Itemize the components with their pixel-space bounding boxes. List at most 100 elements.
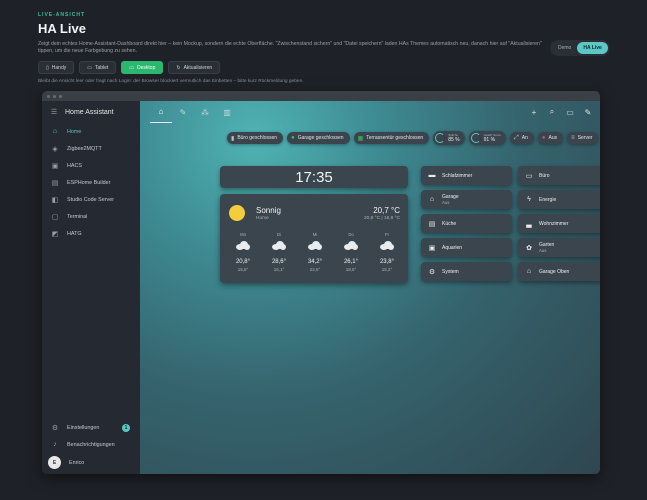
forecast-low: 22,6° — [309, 267, 321, 272]
lightning-icon: ϟ — [527, 196, 531, 203]
sidebar-item-studio-code[interactable]: ◧ Studio Code Server — [42, 191, 140, 208]
hacs-icon: ▣ — [51, 162, 59, 170]
kitchen-icon: ▤ — [428, 220, 436, 228]
sidebar-item-label: ESPHome Builder — [67, 179, 111, 186]
chip-label: Server — [577, 135, 593, 141]
room-button-schlafzimmer[interactable]: ▬ Schlafzimmer — [421, 166, 512, 185]
room-button-garage-oben[interactable]: ⌂ Garage Oben — [518, 262, 600, 281]
cloud-icon — [380, 241, 394, 250]
chrome-dot — [47, 94, 50, 98]
sidebar-item-hatg[interactable]: ◩ HATG — [42, 225, 140, 242]
room-label: Garage Oben — [539, 268, 570, 275]
room-button-system[interactable]: ⚙ System — [421, 262, 512, 281]
chip-an[interactable]: ⤢ An — [509, 132, 534, 144]
garage-icon: ● — [291, 135, 295, 141]
room-label: Aquarien — [442, 244, 463, 251]
refresh-button[interactable]: ↻ Aktualisieren — [168, 61, 221, 74]
sidebar-item-esphome[interactable]: ▤ ESPHome Builder — [42, 174, 140, 191]
embed-hint: Bleibt die Ansicht leer oder fragt nach … — [38, 79, 304, 84]
garage-icon: ⌂ — [429, 196, 435, 203]
esphome-icon: ▤ — [51, 179, 59, 187]
chip-label: Aus — [548, 135, 558, 141]
forecast-day-name: Di — [277, 232, 281, 237]
forecast-day-name: Do — [348, 232, 354, 237]
vscode-icon: ◧ — [51, 196, 59, 204]
menu-icon[interactable]: ☰ — [50, 108, 58, 116]
tablet-button[interactable]: ▭ Tablet — [79, 61, 117, 74]
home-icon: ⌂ — [158, 107, 164, 116]
desktop-button[interactable]: ▭ Desktop — [121, 61, 164, 74]
header-actions: + ⌕ ▭ ✎ — [528, 106, 600, 118]
office-icon: ▭ — [525, 172, 533, 180]
gauge-value: 85 % — [448, 137, 460, 143]
gauge-chip-2[interactable]: Health Score 91 % — [468, 131, 506, 145]
room-label: Büro — [539, 172, 550, 179]
search-icon[interactable]: ⌕ — [546, 106, 558, 118]
sidebar-item-zigbee2mqtt[interactable]: ◈ Zigbee2MQTT — [42, 140, 140, 157]
forecast-high: 28,6° — [271, 259, 287, 265]
sidebar-item-label: Einstellungen — [67, 424, 100, 431]
chip-garage[interactable]: ● Garage geschlossen — [287, 132, 350, 144]
mode-demo[interactable]: Demo — [552, 42, 577, 54]
forecast-day: Do 26,1° 18,8° — [338, 232, 364, 272]
user-name: Enrico — [69, 459, 85, 466]
forecast-high: 34,2° — [307, 259, 323, 265]
chip-server[interactable]: ≡ Server — [567, 132, 599, 144]
sidebar-header: ☰ Home Assistant — [42, 101, 140, 123]
sidebar-item-label: Benachrichtigungen — [67, 441, 115, 448]
tab-home[interactable]: ⌂ — [150, 101, 172, 123]
room-button-garage[interactable]: ⌂ Garage Aus — [421, 190, 512, 209]
chat-icon[interactable]: ▭ — [564, 106, 576, 118]
plus-icon[interactable]: + — [528, 106, 540, 118]
edit-icon[interactable]: ✎ — [582, 106, 594, 118]
weather-card[interactable]: Sonnig Home 20,7 °C 20,8 °C | 16,8 °C Mo… — [220, 194, 408, 283]
sidebar-item-hacs[interactable]: ▣ HACS — [42, 157, 140, 174]
forecast-day-name: Fr — [385, 232, 389, 237]
forecast: Mo 20,8° 16,8° Di 28,6° 16,1° Mi 34,2° 2… — [230, 232, 400, 272]
room-state: Aus — [442, 199, 450, 205]
room-button-buero[interactable]: ▭ Büro — [518, 166, 600, 185]
page-title: HA Live — [38, 21, 86, 36]
mode-ha-live[interactable]: HA Live — [577, 42, 608, 54]
cloud-icon — [308, 241, 322, 250]
page-header: LIVE-ANSICHT HA Live Zeigt dein echtes H… — [38, 12, 608, 55]
refresh-icon: ↻ — [176, 64, 181, 71]
sidebar-item-notifications[interactable]: ♪ Benachrichtigungen — [42, 436, 140, 453]
chip-aus[interactable]: ● Aus — [537, 132, 564, 144]
weather-location: Home — [256, 216, 269, 221]
room-buttons: ▬ Schlafzimmer ▭ Büro ⌂ Garage Aus ϟ Ene… — [421, 166, 600, 281]
gear-icon: ⚙ — [51, 424, 59, 432]
tab-edit[interactable]: ✎ — [172, 101, 194, 123]
forecast-low: 16,1° — [273, 267, 285, 272]
room-button-garten[interactable]: ✿ Garten Aus — [518, 238, 600, 257]
tablet-icon: ▭ — [87, 64, 92, 71]
gauge-chip-1[interactable]: Spliche 85 % — [433, 131, 465, 145]
phone-icon: ▯ — [46, 64, 49, 71]
sidebar-item-label: HACS — [67, 162, 82, 169]
sofa-icon: ▃ — [526, 220, 532, 228]
tab-automation[interactable]: ⁂ — [194, 101, 216, 123]
handy-button[interactable]: ▯ Handy — [38, 61, 75, 74]
sidebar-item-home[interactable]: ⌂ Home — [42, 123, 140, 140]
room-button-wohnzimmer[interactable]: ▃ Wohnzimmer — [518, 214, 600, 233]
chrome-dot — [59, 94, 62, 98]
room-button-energie[interactable]: ϟ Energie — [518, 190, 600, 209]
room-button-aquarien[interactable]: ▣ Aquarien — [421, 238, 512, 257]
sidebar-item-label: HATG — [67, 230, 82, 237]
trash-icon: ▥ — [223, 107, 231, 117]
tablet-label: Tablet — [94, 64, 109, 71]
forecast-day: Di 28,6° 16,1° — [266, 232, 292, 272]
desktop-label: Desktop — [137, 64, 156, 71]
room-label: Wohnzimmer — [539, 220, 569, 227]
sidebar-item-user[interactable]: E Enrico — [42, 453, 140, 472]
gauge-ring — [470, 133, 481, 143]
zigbee-icon: ◈ — [52, 145, 58, 153]
sidebar-item-settings[interactable]: ⚙ Einstellungen 1 — [42, 419, 140, 436]
chip-buero[interactable]: ▮ Büro geschlossen — [227, 132, 284, 144]
tab-trash[interactable]: ▥ — [216, 101, 238, 123]
room-button-kueche[interactable]: ▤ Küche — [421, 214, 512, 233]
chip-terrasse[interactable]: ▦ Terrassentür geschlossen — [353, 132, 430, 144]
monitor-icon: ▭ — [129, 64, 135, 71]
mode-switch[interactable]: Demo HA Live — [550, 40, 610, 56]
sidebar-item-terminal[interactable]: ▢ Terminal — [42, 208, 140, 225]
